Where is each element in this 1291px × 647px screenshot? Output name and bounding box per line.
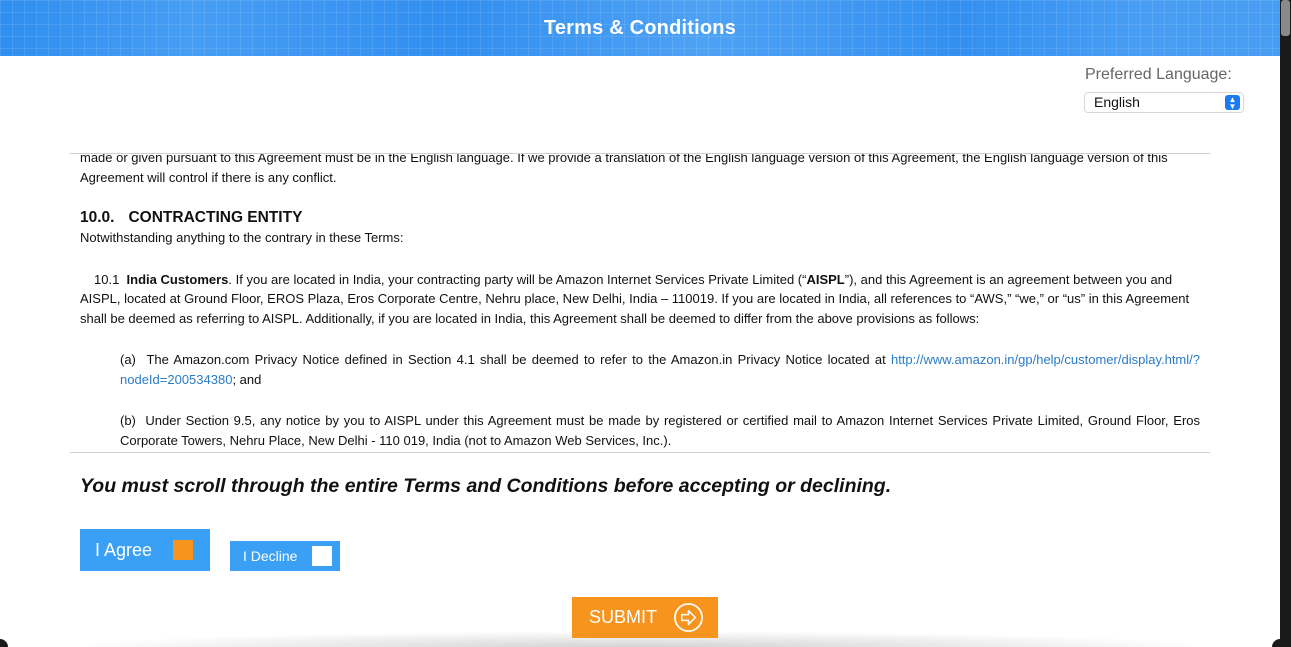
clause-item-a: (a) The Amazon.com Privacy Notice define… [80,350,1200,389]
submit-button[interactable]: SUBMIT [572,597,718,638]
submit-label: SUBMIT [589,607,658,627]
decline-label: I Decline [243,548,298,564]
item-a-text: The Amazon.com Privacy Notice defined in… [146,352,891,367]
language-select[interactable]: English ▲ ▼ [1084,92,1244,113]
item-a-label: (a) [120,352,136,367]
clause-title: India Customers [126,271,229,287]
section-title: CONTRACTING ENTITY [128,209,303,226]
section-number: 10.0. [80,209,115,226]
window-edge [1280,0,1291,647]
window-corner-left [0,639,8,647]
agree-button[interactable]: I Agree [80,529,210,571]
item-b-label: (b) [120,413,136,428]
terms-content: made or given pursuant to this Agreement… [80,153,1200,450]
item-a-suffix: ; and [232,371,262,387]
arrow-circle-right-icon [674,603,703,632]
item-b-text: Under Section 9.5, any notice by you to … [120,413,1201,448]
select-arrows-icon: ▲ ▼ [1225,95,1240,111]
scroll-instruction: You must scroll through the entire Terms… [80,475,892,497]
language-selected-value: English [1094,94,1140,110]
clause-number: 10.1 [94,271,120,287]
decline-button[interactable]: I Decline [230,541,340,571]
section-heading: 10.0. CONTRACTING ENTITY [80,208,1200,228]
clause-aispl: AISPL [806,271,845,287]
scrollbar-thumb[interactable] [1281,0,1290,36]
page-title: Terms & Conditions [543,16,737,39]
decline-checkbox-indicator [312,546,332,566]
clause-item-b: (b) Under Section 9.5, any notice by you… [80,411,1200,450]
section-intro: Notwithstanding anything to the contrary… [80,230,404,245]
agree-checkbox-indicator [173,540,193,560]
clause-10-1: 10.1 India Customers. If you are located… [80,270,1200,329]
terms-scroll-area[interactable]: made or given pursuant to this Agreement… [70,153,1210,453]
terms-intro-fragment: made or given pursuant to this Agreement… [80,153,1168,185]
window-corner-right [1272,639,1280,647]
language-label: Preferred Language: [1085,66,1232,83]
page-header: Terms & Conditions [0,0,1280,56]
clause-text-before: . If you are located in India, your cont… [228,271,807,287]
agree-label: I Agree [95,539,153,560]
